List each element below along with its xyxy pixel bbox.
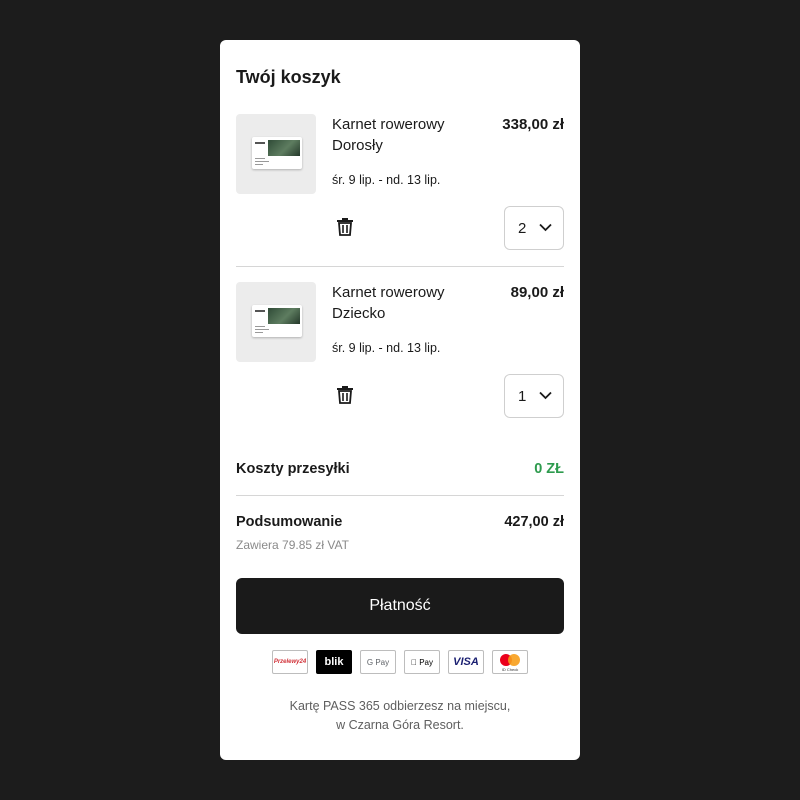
- delete-item-button[interactable]: [334, 383, 356, 405]
- chevron-down-icon: [539, 223, 552, 232]
- item-price: 89,00 zł: [510, 284, 564, 301]
- pickup-note-line2: w Czarna Góra Resort.: [336, 718, 464, 732]
- google-pay-icon: G Pay: [360, 650, 396, 674]
- blik-icon: blik: [316, 650, 352, 674]
- item-title: Karnet rowerowy: [332, 116, 445, 133]
- summary-label: Podsumowanie: [236, 514, 343, 530]
- trash-icon: [337, 218, 353, 236]
- quantity-select[interactable]: 2: [504, 206, 564, 250]
- payment-button[interactable]: Płatność: [236, 578, 564, 634]
- item-variant: Dziecko: [332, 305, 386, 322]
- payment-methods: Przelewy24 blik G Pay  Pay VISA ID Chec…: [272, 650, 528, 674]
- quantity-select[interactable]: 1: [504, 374, 564, 418]
- product-thumbnail[interactable]: [236, 114, 316, 194]
- summary-divider: [236, 495, 564, 496]
- shipping-label: Koszty przesyłki: [236, 461, 350, 477]
- pickup-note-line1: Kartę PASS 365 odbierzesz na miejscu,: [289, 699, 511, 713]
- cart-item: Karnet rowerowy Dziecko 89,00 zł śr. 9 l…: [236, 282, 564, 418]
- vat-note: Zawiera 79.85 zł VAT: [236, 538, 349, 552]
- item-name: Karnet rowerowy Dorosły: [332, 114, 472, 156]
- quantity-value: 1: [518, 387, 527, 405]
- quantity-value: 2: [518, 219, 527, 237]
- product-thumbnail[interactable]: [236, 282, 316, 362]
- item-name: Karnet rowerowy Dziecko: [332, 282, 472, 324]
- ticket-image: [252, 305, 302, 337]
- summary-total: 427,00 zł: [504, 514, 564, 530]
- trash-icon: [337, 386, 353, 404]
- pickup-note: Kartę PASS 365 odbierzesz na miejscu, w …: [236, 697, 564, 735]
- shipping-value: 0 ZŁ: [534, 461, 564, 477]
- item-divider: [236, 266, 564, 267]
- cart-item: Karnet rowerowy Dorosły 338,00 zł śr. 9 …: [236, 114, 564, 250]
- item-dates: śr. 9 lip. - nd. 13 lip.: [332, 341, 441, 355]
- mastercard-icon: ID Check: [492, 650, 528, 674]
- delete-item-button[interactable]: [334, 215, 356, 237]
- cart-title: Twój koszyk: [236, 67, 341, 87]
- item-price: 338,00 zł: [502, 116, 564, 133]
- item-dates: śr. 9 lip. - nd. 13 lip.: [332, 173, 441, 187]
- cart-panel: Twój koszyk Karnet rowerowy Dorosły 338,…: [220, 40, 580, 760]
- apple-pay-icon:  Pay: [404, 650, 440, 674]
- item-title: Karnet rowerowy: [332, 284, 445, 301]
- ticket-image: [252, 137, 302, 169]
- chevron-down-icon: [539, 391, 552, 400]
- item-variant: Dorosły: [332, 137, 383, 154]
- przelewy24-icon: Przelewy24: [272, 650, 308, 674]
- visa-icon: VISA: [448, 650, 484, 674]
